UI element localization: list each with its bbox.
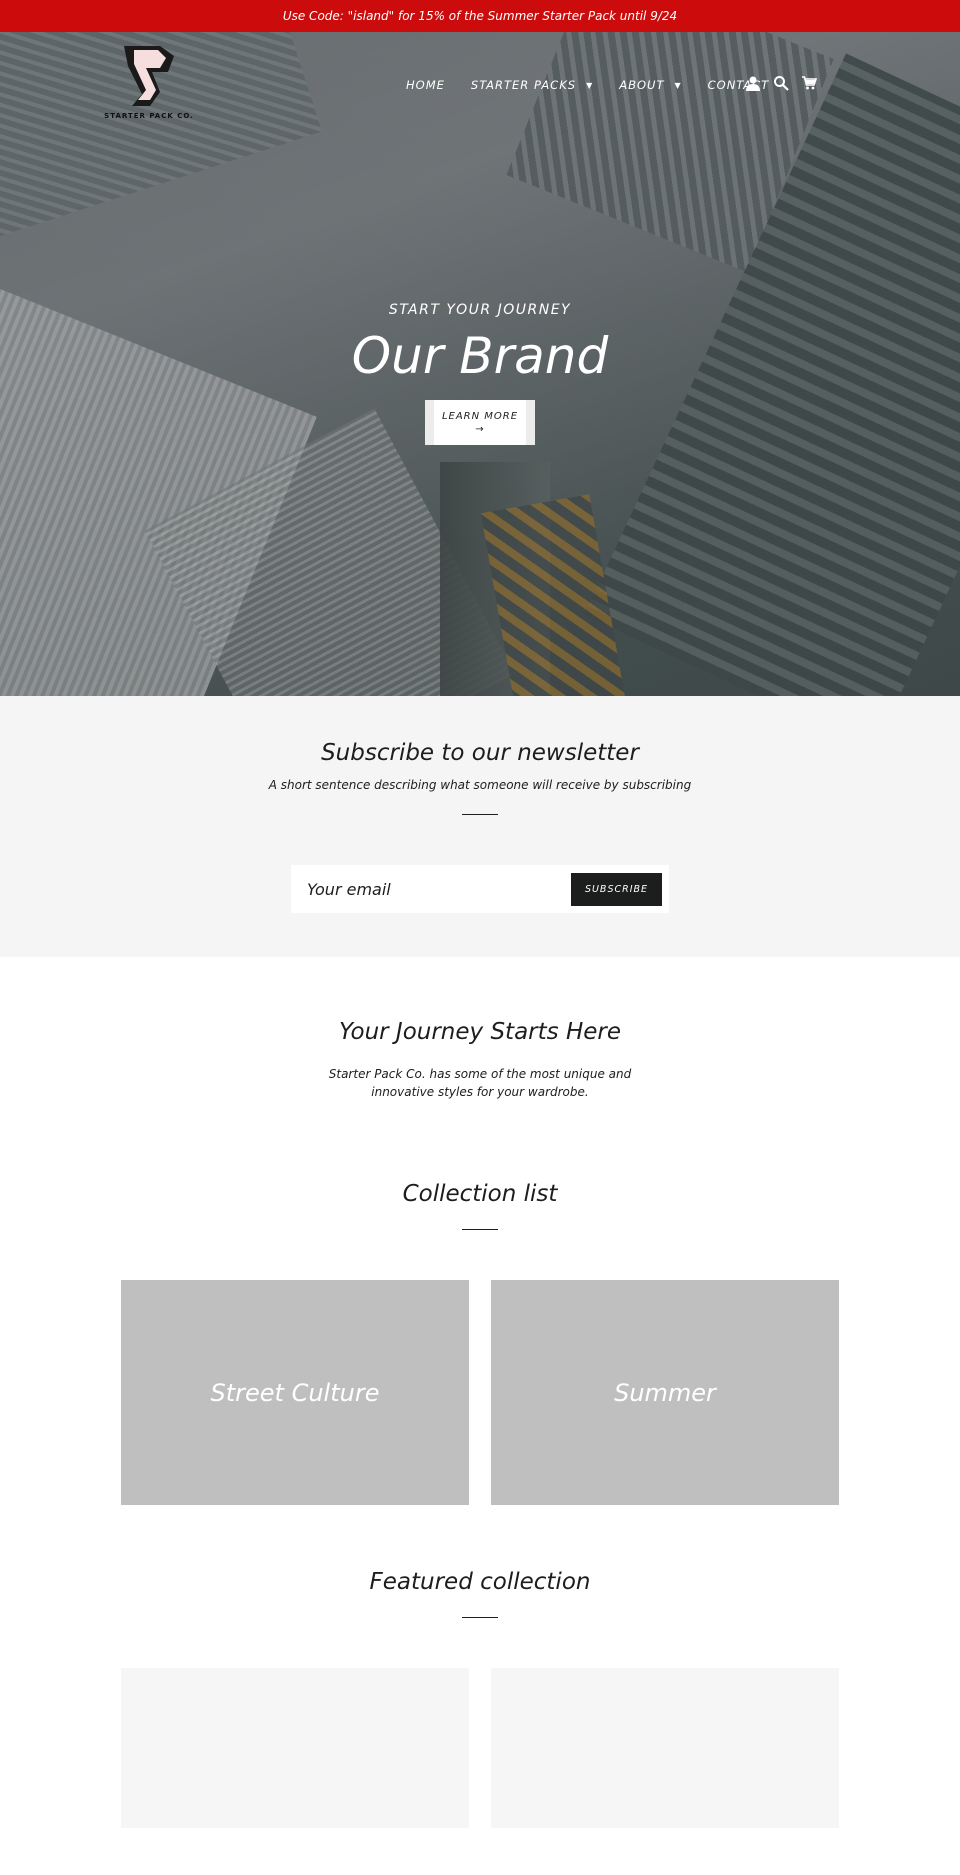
nav-label: HOME (406, 78, 445, 92)
collection-grid: Street Culture Summer (0, 1280, 960, 1505)
newsletter-subtitle: A short sentence describing what someone… (268, 778, 692, 792)
rich-text-section: Your Journey Starts Here Starter Pack Co… (0, 957, 960, 1101)
product-grid (0, 1668, 960, 1828)
brand-name: STARTER PACK CO. (104, 112, 194, 120)
divider (462, 1229, 498, 1230)
header-icons (742, 72, 826, 94)
hero-content: START YOUR JOURNEY Our Brand LEARN MORE … (0, 302, 960, 445)
logo-mark-icon (124, 46, 174, 106)
nav-item-home[interactable]: HOME (406, 78, 445, 92)
cart-icon[interactable] (798, 72, 820, 94)
learn-more-button[interactable]: LEARN MORE → (425, 400, 535, 445)
journey-title: Your Journey Starts Here (338, 1019, 621, 1045)
nav-item-starter-packs[interactable]: STARTER PACKS ▼ (471, 78, 593, 92)
product-card[interactable] (491, 1668, 839, 1828)
announcement-text: Use Code: "island" for 15% of the Summer… (282, 9, 678, 23)
site-header: STARTER PACK CO. HOME STARTER PACKS ▼ ABO… (0, 32, 960, 132)
newsletter-title: Subscribe to our newsletter (321, 740, 639, 766)
account-icon[interactable] (742, 72, 764, 94)
announcement-bar: Use Code: "island" for 15% of the Summer… (0, 0, 960, 32)
nav-label: ABOUT (619, 78, 665, 92)
newsletter-section: Subscribe to our newsletter A short sent… (0, 696, 960, 957)
caret-down-icon: ▼ (674, 80, 682, 90)
collection-tile-summer[interactable]: Summer (491, 1280, 839, 1505)
search-icon[interactable] (770, 72, 792, 94)
nav-label: STARTER PACKS (470, 78, 577, 92)
product-card[interactable] (121, 1668, 469, 1828)
collection-list-title: Collection list (402, 1181, 558, 1207)
collection-label: Street Culture (210, 1378, 380, 1407)
journey-text: Starter Pack Co. has some of the most un… (328, 1067, 632, 1099)
main-nav: HOME STARTER PACKS ▼ ABOUT ▼ CONTACT (406, 78, 795, 92)
subscribe-button[interactable]: SUBSCRIBE (571, 872, 662, 906)
newsletter-form: SUBSCRIBE (291, 865, 669, 913)
caret-down-icon: ▼ (586, 80, 594, 90)
divider (462, 814, 498, 815)
featured-title: Featured collection (369, 1569, 591, 1595)
hero-subtitle: START YOUR JOURNEY (388, 302, 572, 318)
brand-logo[interactable]: STARTER PACK CO. (104, 42, 194, 126)
hero-slideshow: STARTER PACK CO. HOME STARTER PACKS ▼ ABO… (0, 32, 960, 696)
hero-title: Our Brand (351, 327, 609, 385)
divider (462, 1617, 498, 1618)
collection-label: Summer (614, 1378, 716, 1407)
nav-item-about[interactable]: ABOUT ▼ (619, 78, 681, 92)
collection-list-section: Collection list Street Culture Summer (0, 1101, 960, 1505)
arrow-right-icon: → (475, 424, 485, 435)
collection-tile-street-culture[interactable]: Street Culture (121, 1280, 469, 1505)
learn-more-label: LEARN MORE (441, 411, 519, 422)
featured-collection-section: Featured collection (0, 1505, 960, 1828)
email-input[interactable] (307, 879, 571, 899)
